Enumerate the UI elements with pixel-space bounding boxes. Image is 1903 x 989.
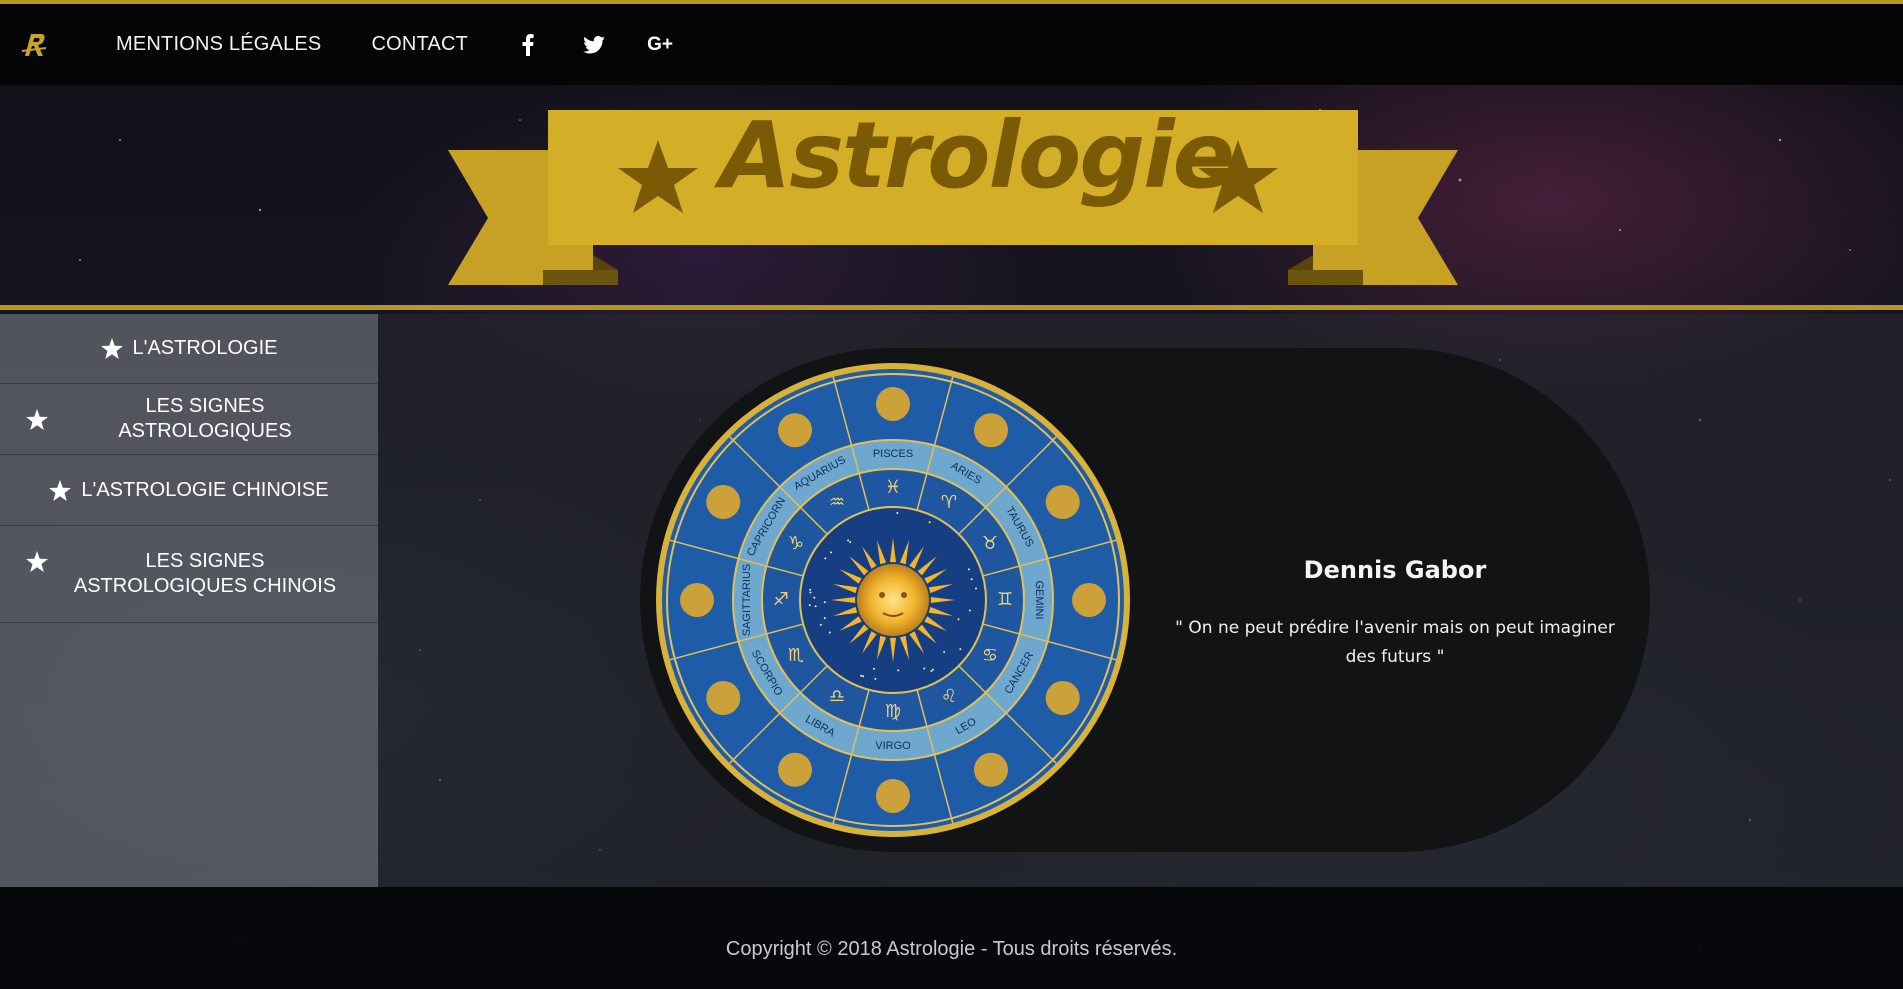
copyright-text: Copyright © 2018 Astrologie - Tous droit… — [726, 916, 1177, 961]
zodiac-glyph-icon: ♊ — [997, 589, 1013, 610]
wheel-star — [943, 651, 945, 653]
footer: Copyright © 2018 Astrologie - Tous droit… — [0, 887, 1903, 989]
quote-card: PISCES ARIES TAURUS GEMINI CANCER LEO VIRGO LIB… — [640, 348, 1650, 852]
wheel-sign-label: PISCES — [873, 448, 913, 460]
wheel-star — [932, 669, 934, 671]
zodiac-figure-icon — [876, 387, 910, 421]
sidebar-item-label: LES SIGNES ASTROLOGIQUES — [58, 394, 352, 444]
sidebar-item-label: L'ASTROLOGIE — [133, 336, 278, 361]
wheel-star — [820, 624, 822, 626]
zodiac-figure-icon — [974, 753, 1008, 787]
zodiac-glyph-icon: ♉ — [982, 533, 998, 554]
zodiac-glyph-icon: ♏ — [788, 645, 804, 666]
star-icon — [49, 480, 71, 501]
zodiac-glyph-icon: ♒ — [829, 492, 845, 513]
wheel-sign-label: SAGITTARIUS — [741, 564, 753, 637]
wheel-star — [824, 601, 826, 603]
wheel-star — [957, 618, 959, 620]
wheel-star — [847, 539, 849, 541]
sidebar-item-signes-astrologiques-chinois[interactable]: LES SIGNES ASTROLOGIQUES CHINOIS — [0, 526, 378, 623]
wheel-sign-label: GEMINI — [1033, 580, 1045, 619]
nav-link-contact[interactable]: CONTACT — [371, 33, 468, 56]
zodiac-glyph-icon: ♓ — [885, 477, 901, 498]
quote-author: Dennis Gabor — [1304, 556, 1487, 584]
quote-block: Dennis Gabor " On ne peut prédire l'aven… — [1160, 348, 1630, 852]
sun-icon — [831, 538, 955, 662]
sidebar-item-label: LES SIGNES ASTROLOGIQUES CHINOIS — [58, 549, 352, 599]
wheel-star — [971, 578, 973, 580]
zodiac-glyph-icon: ♑ — [788, 533, 804, 554]
sidebar-item-signes-astrologiques[interactable]: LES SIGNES ASTROLOGIQUES — [0, 384, 378, 455]
zodiac-figure-icon — [778, 753, 812, 787]
wheel-star — [824, 557, 826, 559]
wheel-star — [929, 521, 931, 523]
google-plus-icon[interactable]: G+ — [648, 33, 672, 57]
zodiac-figure-icon — [680, 583, 714, 617]
wheel-star — [862, 675, 864, 677]
facebook-icon[interactable] — [516, 33, 540, 57]
nav-link-mentions-legales[interactable]: MENTIONS LÉGALES — [116, 33, 321, 56]
main-content: PISCES ARIES TAURUS GEMINI CANCER LEO VIRGO LIB… — [378, 314, 1903, 887]
wheel-star — [809, 591, 811, 593]
wheel-star — [829, 631, 831, 633]
wheel-star — [809, 604, 811, 606]
astrology-logo-icon[interactable] — [18, 29, 50, 61]
wheel-star — [874, 678, 876, 680]
wheel-star — [873, 668, 875, 670]
zodiac-glyph-icon: ♌ — [941, 686, 957, 707]
wheel-star — [959, 648, 961, 650]
banner-title: Astrologie — [720, 101, 1180, 211]
wheel-sign-label: VIRGO — [875, 740, 911, 752]
sidebar-item-label: L'ASTROLOGIE CHINOISE — [81, 478, 328, 503]
wheel-star — [849, 541, 851, 543]
wheel-star — [968, 568, 970, 570]
zodiac-glyph-icon: ♋ — [982, 645, 998, 666]
zodiac-glyph-icon: ♈ — [941, 492, 957, 513]
star-icon — [26, 409, 48, 430]
zodiac-figure-icon — [1046, 485, 1080, 519]
wheel-star — [896, 512, 898, 514]
wheel-star — [815, 605, 817, 607]
star-icon — [26, 551, 48, 572]
zodiac-figure-icon — [1072, 583, 1106, 617]
header-banner: Astrologie — [0, 85, 1903, 310]
wheel-star — [897, 669, 899, 671]
zodiac-figure-icon — [1046, 681, 1080, 715]
zodiac-glyph-icon: ♐ — [773, 589, 789, 610]
wheel-star — [923, 667, 925, 669]
twitter-icon[interactable] — [582, 33, 606, 57]
sidebar-item-astrologie-chinoise[interactable]: L'ASTROLOGIE CHINOISE — [0, 455, 378, 526]
wheel-star — [824, 617, 826, 619]
zodiac-figure-icon — [706, 485, 740, 519]
zodiac-figure-icon — [778, 413, 812, 447]
star-icon — [101, 338, 123, 359]
zodiac-figure-icon — [876, 779, 910, 813]
wheel-star — [830, 551, 832, 553]
wheel-star — [975, 588, 977, 590]
wheel-star — [813, 597, 815, 599]
top-navbar: MENTIONS LÉGALES CONTACT G+ — [0, 0, 1903, 85]
wheel-star — [809, 589, 811, 591]
wheel-star — [969, 610, 971, 612]
wheel-star — [930, 670, 932, 672]
quote-text: " On ne peut prédire l'avenir mais on pe… — [1160, 614, 1630, 672]
zodiac-wheel-image: PISCESARIESTAURUSGEMINICANCERLEOVIRGOLIB… — [654, 361, 1132, 839]
zodiac-glyph-icon: ♍ — [885, 701, 901, 722]
wheel-star — [860, 675, 862, 677]
zodiac-glyph-icon: ♎ — [829, 686, 845, 707]
sidebar-menu: L'ASTROLOGIE LES SIGNES ASTROLOGIQUES L'… — [0, 314, 378, 887]
zodiac-figure-icon — [974, 413, 1008, 447]
zodiac-figure-icon — [706, 681, 740, 715]
sidebar-item-astrologie[interactable]: L'ASTROLOGIE — [0, 314, 378, 384]
